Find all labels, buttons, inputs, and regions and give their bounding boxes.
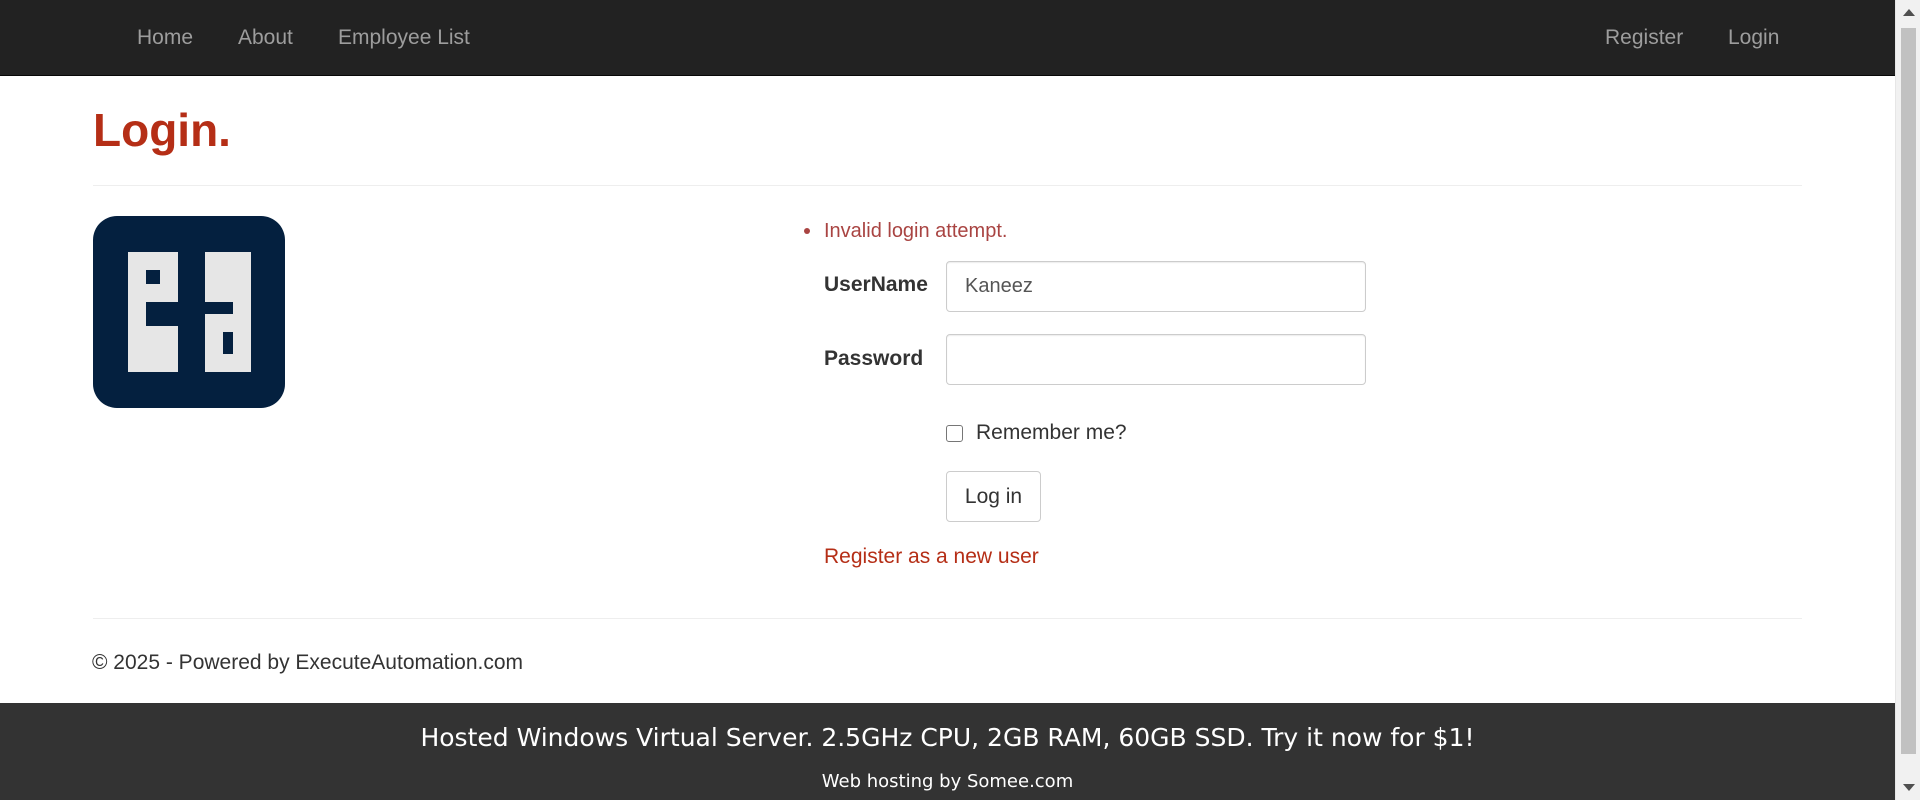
remember-me-label[interactable]: Remember me? xyxy=(976,418,1127,448)
hosting-ad-link[interactable]: Hosted Windows Virtual Server. 2.5GHz CP… xyxy=(0,721,1895,755)
copyright-text: © 2025 - Powered by ExecuteAutomation.co… xyxy=(92,651,524,674)
hosting-credit-link[interactable]: Web hosting by Somee.com xyxy=(0,769,1895,795)
nav-register-link[interactable]: Register xyxy=(1605,0,1683,76)
log-in-button[interactable]: Log in xyxy=(946,471,1041,522)
register-new-user-link[interactable]: Register as a new user xyxy=(824,542,1039,572)
title-divider xyxy=(93,185,1802,186)
scroll-up-arrow-icon[interactable] xyxy=(1903,9,1915,16)
scrollbar-thumb[interactable] xyxy=(1901,28,1916,754)
nav-about-link[interactable]: About xyxy=(238,0,293,76)
page-title: Login. xyxy=(93,104,231,156)
hosting-banner: Hosted Windows Virtual Server. 2.5GHz CP… xyxy=(0,703,1895,800)
password-label: Password xyxy=(824,347,924,370)
nav-employee-list-link[interactable]: Employee List xyxy=(338,0,470,76)
ea-logo-icon xyxy=(93,216,285,408)
validation-summary: Invalid login attempt. xyxy=(802,216,1007,246)
password-input[interactable] xyxy=(946,334,1366,385)
navbar: Home About Employee List Register Login xyxy=(0,0,1895,76)
nav-login-link[interactable]: Login xyxy=(1728,0,1779,76)
nav-home-link[interactable]: Home xyxy=(137,0,193,76)
remember-me-checkbox[interactable] xyxy=(946,425,963,442)
username-input[interactable] xyxy=(946,261,1366,312)
footer-divider xyxy=(93,618,1802,619)
ea-logo-glyph xyxy=(128,252,251,372)
username-label: UserName xyxy=(824,273,928,296)
scroll-down-arrow-icon[interactable] xyxy=(1903,784,1915,791)
validation-error: Invalid login attempt. xyxy=(802,216,1007,246)
vertical-scrollbar[interactable] xyxy=(1895,0,1920,800)
page: Home About Employee List Register Login … xyxy=(0,0,1895,800)
